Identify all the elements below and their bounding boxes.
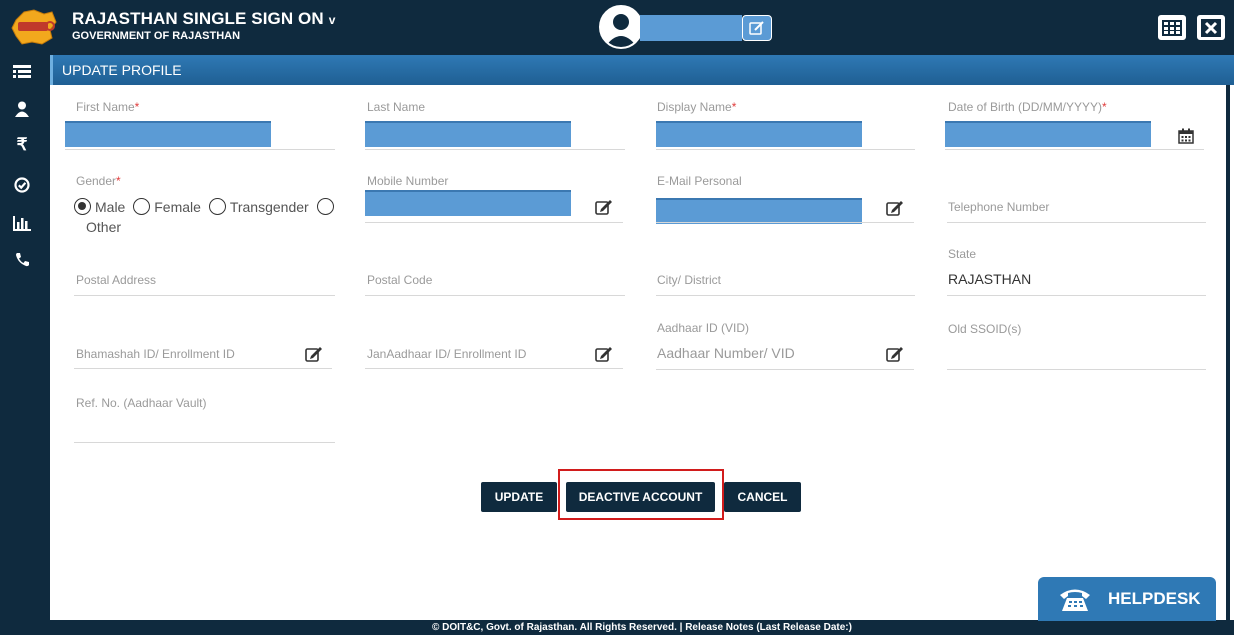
display-name-underline <box>656 149 915 150</box>
first-name-field[interactable] <box>65 121 271 147</box>
section-title: UPDATE PROFILE <box>62 62 182 78</box>
close-icon <box>1201 18 1221 37</box>
telephone-field[interactable]: Telephone Number <box>948 200 1049 214</box>
last-name-underline <box>365 149 625 150</box>
title-caret[interactable]: v <box>329 13 336 27</box>
telephone-icon <box>1060 589 1090 611</box>
email-label: E-Mail Personal <box>657 174 742 188</box>
mobile-field[interactable] <box>365 190 571 216</box>
user-name-redacted <box>640 15 742 41</box>
app-subtitle: GOVERNMENT OF RAJASTHAN <box>72 30 241 42</box>
apps-grid-button[interactable] <box>1158 15 1186 40</box>
bar-chart-icon[interactable] <box>11 212 33 234</box>
state-label: State <box>948 247 977 261</box>
old-ssoid-field[interactable]: Old SSOID(s) <box>948 322 1021 336</box>
city-district-underline <box>656 295 915 296</box>
postal-code-field[interactable]: Postal Code <box>367 273 432 287</box>
dob-label: Date of Birth (DD/MM/YYYY)* <box>948 100 1107 114</box>
close-button[interactable] <box>1197 15 1225 40</box>
janaadhaar-id-field[interactable]: JanAadhaar ID/ Enrollment ID <box>367 347 526 361</box>
dob-underline <box>945 149 1204 150</box>
janaadhaar-edit-icon[interactable] <box>595 346 613 362</box>
left-sidebar: ₹ <box>0 55 50 635</box>
gender-option-male-label: Male <box>95 199 126 215</box>
telephone-underline <box>947 222 1206 223</box>
profile-edit-button[interactable] <box>742 15 772 41</box>
postal-address-field[interactable]: Postal Address <box>76 273 156 287</box>
postal-code-underline <box>365 295 625 296</box>
aadhaar-label: Aadhaar ID (VID) <box>657 321 750 335</box>
city-district-field[interactable]: City/ District <box>657 273 721 287</box>
first-name-label: First Name* <box>76 100 140 114</box>
email-edit-icon[interactable] <box>886 200 904 216</box>
old-ssoid-underline <box>947 369 1206 370</box>
update-button[interactable]: UPDATE <box>481 482 557 512</box>
phone-icon[interactable] <box>11 248 33 270</box>
mobile-edit-icon[interactable] <box>595 199 613 215</box>
postal-address-underline <box>74 295 335 296</box>
state-underline <box>947 295 1206 296</box>
gender-option-other-label: Other <box>86 219 122 235</box>
bhamashah-edit-icon[interactable] <box>305 346 323 362</box>
app-title-text: RAJASTHAN SINGLE SIGN ON <box>72 9 324 28</box>
gender-option-transgender-label: Transgender <box>229 199 309 215</box>
email-field[interactable] <box>656 198 862 224</box>
gender-radio-male[interactable] <box>74 198 91 215</box>
janaadhaar-underline <box>365 368 623 369</box>
update-profile-form: First Name* Last Name Display Name* Date… <box>50 85 1230 620</box>
last-name-label: Last Name <box>367 100 426 114</box>
aadhaar-underline <box>656 369 914 370</box>
mobile-label: Mobile Number <box>367 174 449 188</box>
gender-radio-group: Male Female Transgender Other <box>74 197 344 237</box>
calendar-icon[interactable] <box>1177 128 1195 144</box>
gender-radio-transgender[interactable] <box>208 198 226 215</box>
mobile-underline <box>365 222 623 223</box>
app-title: RAJASTHAN SINGLE SIGN ON v <box>72 9 336 29</box>
footer: © DOIT&C, Govt. of Rajasthan. All Rights… <box>50 620 1234 635</box>
user-icon[interactable] <box>11 98 33 120</box>
gender-option-female-label: Female <box>154 199 201 215</box>
helpdesk-button[interactable]: HELPDESK <box>1038 577 1216 621</box>
display-name-field[interactable] <box>656 121 862 147</box>
edit-icon <box>749 21 764 35</box>
last-name-field[interactable] <box>365 121 571 147</box>
check-circle-icon[interactable] <box>11 174 33 196</box>
ref-no-field[interactable]: Ref. No. (Aadhaar Vault) <box>76 396 207 410</box>
state-value[interactable]: RAJASTHAN <box>948 271 1031 287</box>
ref-no-underline <box>74 442 335 443</box>
grid-icon <box>1162 19 1182 36</box>
display-name-label: Display Name* <box>657 100 737 114</box>
gender-label: Gender* <box>76 174 121 188</box>
menu-list-icon[interactable] <box>11 61 33 83</box>
deactivate-account-button[interactable]: DEACTIVE ACCOUNT <box>566 482 715 512</box>
dob-field[interactable] <box>945 121 1151 147</box>
aadhaar-input[interactable]: Aadhaar Number/ VID <box>657 345 795 361</box>
first-name-underline <box>65 149 335 150</box>
cancel-button[interactable]: CANCEL <box>724 482 801 512</box>
top-header: RAJASTHAN SINGLE SIGN ON v GOVERNMENT OF … <box>0 0 1234 55</box>
helpdesk-label: HELPDESK <box>1108 589 1201 608</box>
aadhaar-edit-icon[interactable] <box>886 346 904 362</box>
rajasthan-logo[interactable] <box>8 6 60 48</box>
section-header-bar: UPDATE PROFILE <box>50 55 1234 85</box>
user-avatar[interactable] <box>599 5 643 49</box>
bhamashah-underline <box>74 368 332 369</box>
rupee-icon[interactable]: ₹ <box>11 134 33 156</box>
gender-radio-female[interactable] <box>133 198 151 215</box>
email-underline <box>656 222 914 223</box>
gender-radio-other[interactable] <box>316 198 334 215</box>
bhamashah-id-field[interactable]: Bhamashah ID/ Enrollment ID <box>76 347 235 361</box>
